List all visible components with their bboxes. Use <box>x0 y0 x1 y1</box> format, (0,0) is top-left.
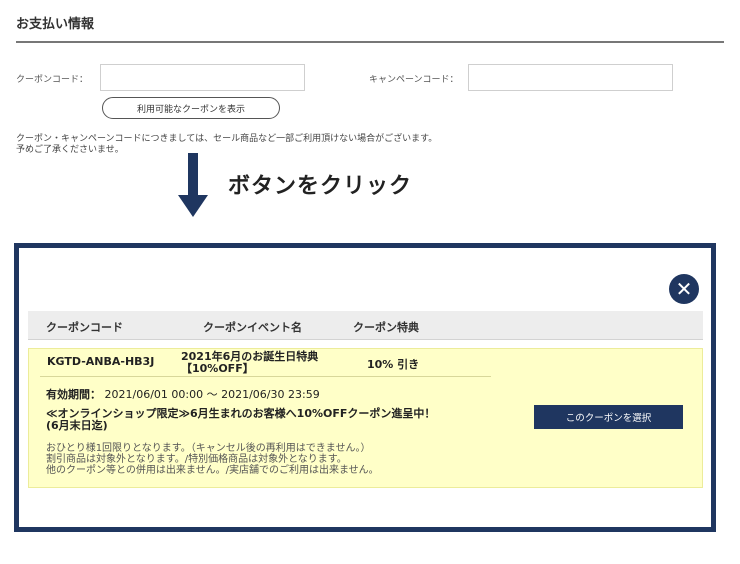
coupon-note-line: クーポン・キャンペーンコードにつきましては、セール商品など一部ご利用頂けない場合… <box>16 134 438 144</box>
coupon-code: KGTD-ANBA-HB3J <box>47 355 155 368</box>
coupon-code-label: クーポンコード： <box>16 75 89 85</box>
close-icon[interactable]: ✕ <box>669 274 699 304</box>
coupon-terms-line: おひとり様1回限りとなります。（キャンセル後の再利用はできません。） <box>46 443 371 454</box>
header-coupon-code: クーポンコード <box>46 321 123 334</box>
header-coupon-benefit: クーポン特典 <box>353 321 419 334</box>
coupon-event-line: 【10%OFF】 <box>181 362 254 375</box>
coupon-period-value: 2021/06/01 00:00 〜 2021/06/30 23:59 <box>104 388 320 401</box>
show-available-coupons-button[interactable]: 利用可能なクーポンを表示 <box>102 97 280 119</box>
coupon-period: 有効期間： 2021/06/01 00:00 〜 2021/06/30 23:5… <box>46 386 320 402</box>
click-button-callout: ボタンをクリック <box>228 174 413 199</box>
coupon-benefit: 10% 引き <box>367 358 420 371</box>
coupon-promo-line: ≪オンラインショップ限定≫6月生まれのお客様へ10%OFFクーポン進呈中！ <box>46 407 436 420</box>
coupon-row-divider <box>40 376 491 377</box>
coupon-promo: ≪オンラインショップ限定≫6月生まれのお客様へ10%OFFクーポン進呈中！ (6… <box>46 408 496 432</box>
campaign-code-input[interactable] <box>468 64 673 91</box>
select-coupon-button[interactable]: このクーポンを選択 <box>534 405 683 429</box>
down-arrow-icon <box>188 153 198 197</box>
coupon-note-line: 予めご了承くださいませ。 <box>16 145 124 155</box>
coupon-event-name: 2021年6月のお誕生日特典 【10%OFF】 <box>181 351 361 375</box>
coupon-period-label: 有効期間： <box>46 388 101 401</box>
header-coupon-event: クーポンイベント名 <box>203 321 302 334</box>
coupon-note: クーポン・キャンペーンコードにつきましては、セール商品など一部ご利用頂けない場合… <box>16 134 536 156</box>
title-divider <box>16 41 724 43</box>
coupon-promo-line: (6月末日迄) <box>46 419 108 432</box>
down-arrow-head-icon <box>178 195 208 217</box>
campaign-code-label: キャンペーンコード： <box>369 75 459 85</box>
coupon-code-input[interactable] <box>100 64 305 91</box>
section-title: お支払い情報 <box>16 17 95 32</box>
coupon-terms-line: 割引商品は対象外となります。/特別価格商品は対象外となります。 <box>46 454 347 465</box>
coupon-terms-line: 他のクーポン等との併用は出来ません。/実店舗でのご利用は出来ません。 <box>46 465 379 476</box>
coupon-terms: おひとり様1回限りとなります。（キャンセル後の再利用はできません。） 割引商品は… <box>46 443 516 476</box>
